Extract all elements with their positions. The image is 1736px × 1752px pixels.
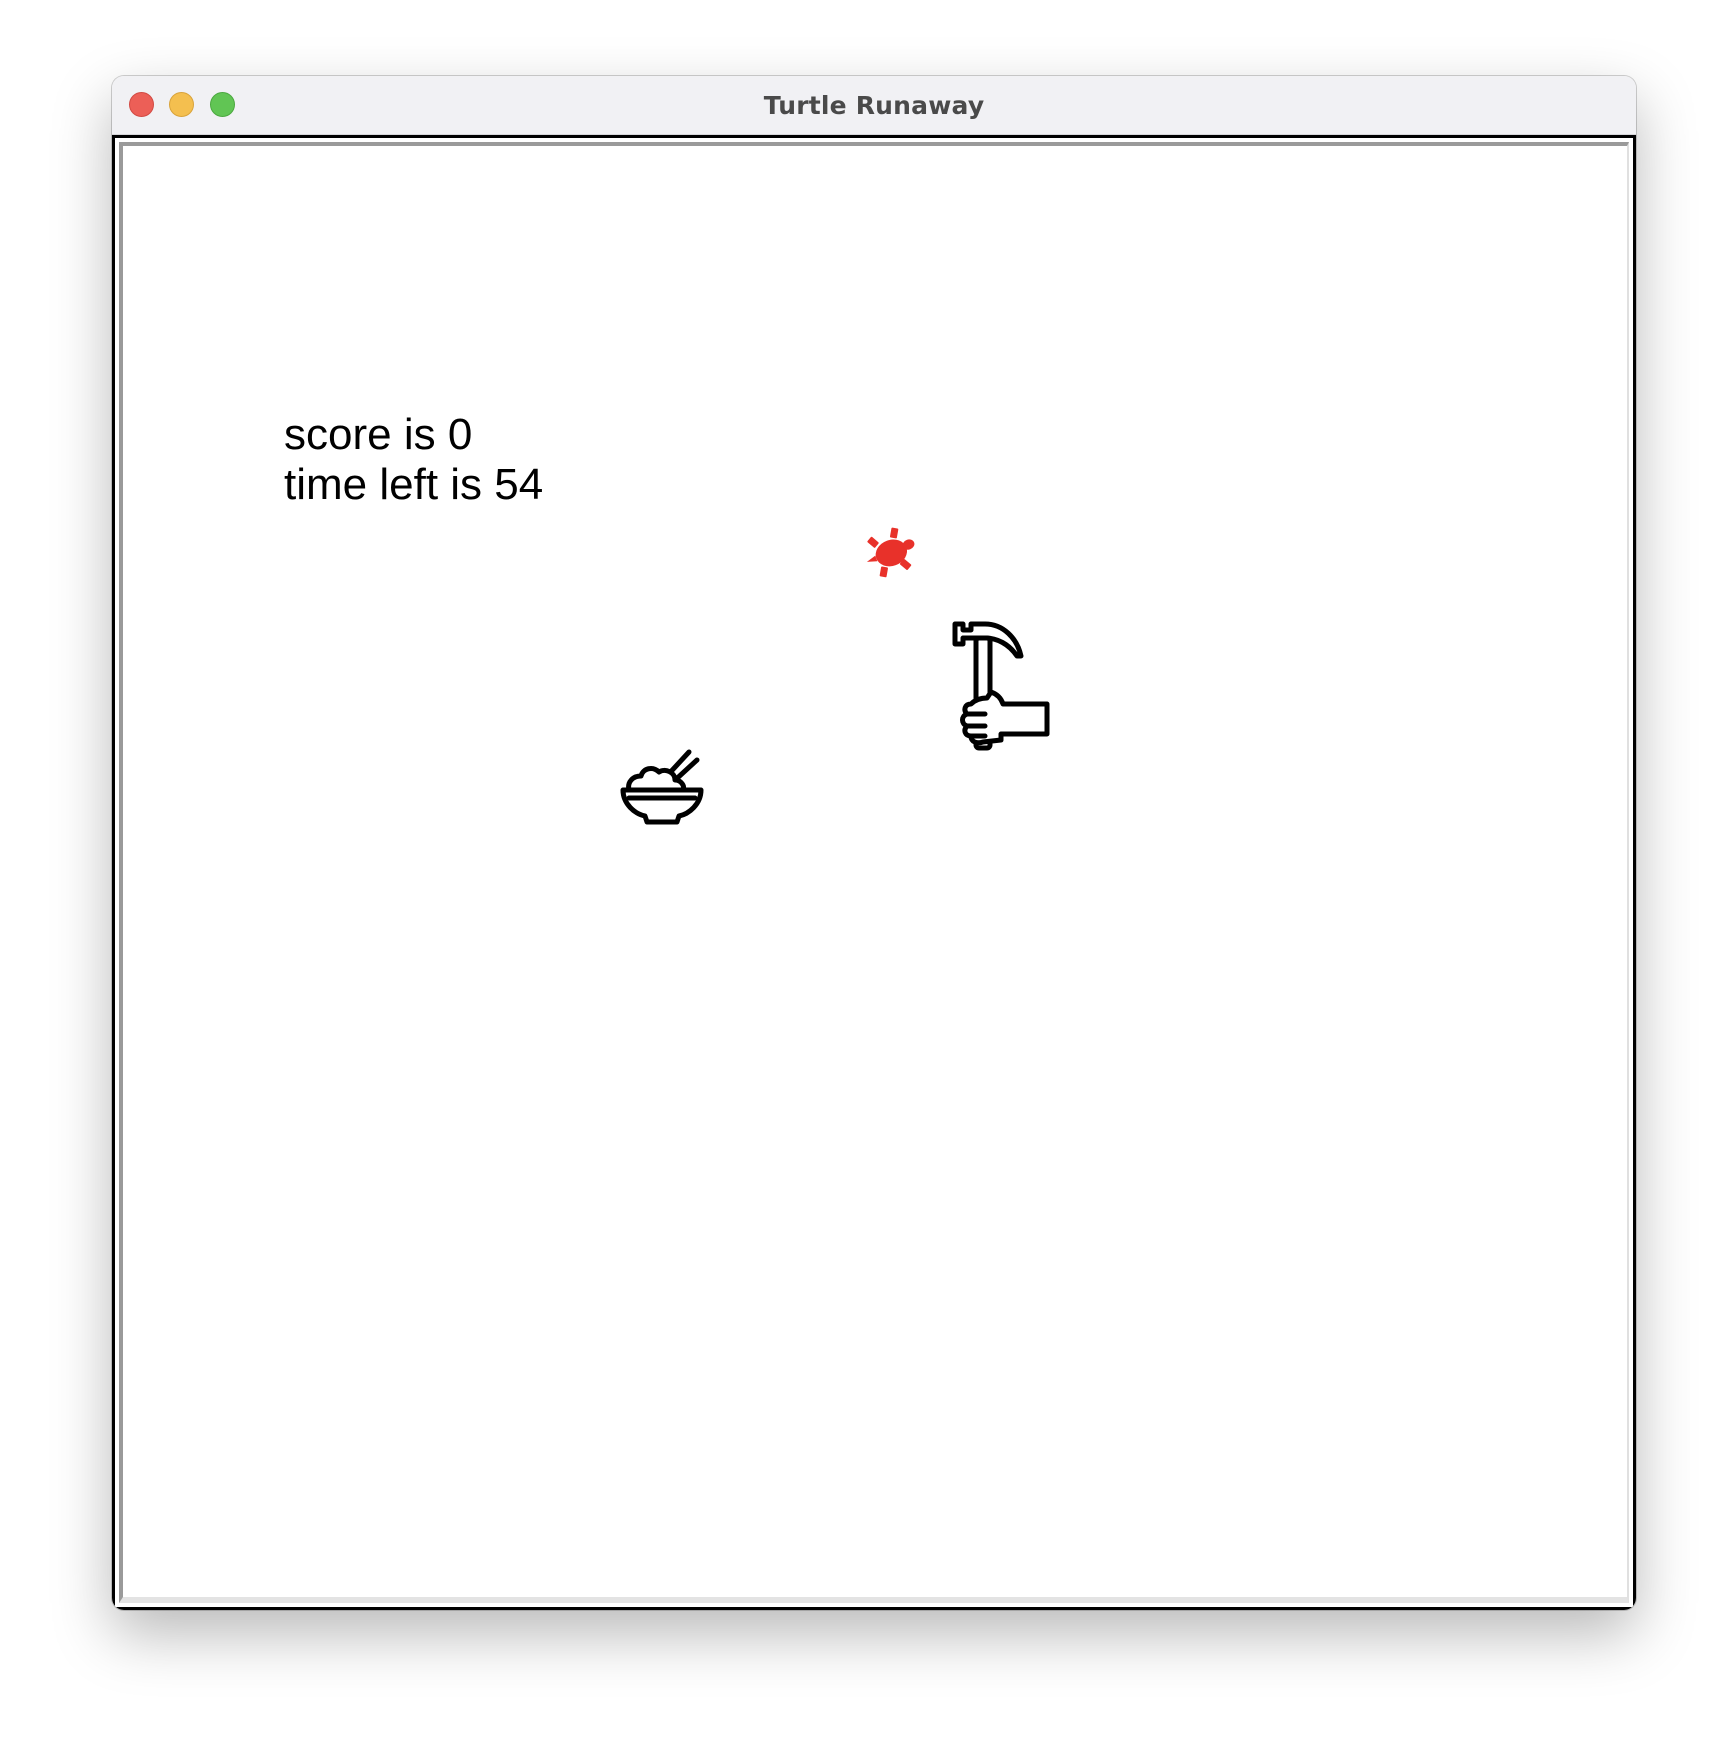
rice-bowl-with-chopsticks-icon [620, 749, 704, 825]
turtle-icon [866, 527, 915, 578]
app-window: Turtle Runaway score is 0 time left is 5… [112, 76, 1636, 1610]
hammer-in-hand-icon [952, 621, 1050, 751]
window-title: Turtle Runaway [763, 91, 985, 120]
hud: score is 0 time left is 54 [284, 410, 543, 510]
game-canvas[interactable]: score is 0 time left is 54 [112, 135, 1636, 1610]
title-bar[interactable]: Turtle Runaway [112, 76, 1636, 135]
score-text: score is 0 [284, 410, 473, 459]
canvas-area[interactable]: score is 0 time left is 54 [119, 142, 1629, 1603]
time-left-text: time left is 54 [284, 460, 544, 509]
